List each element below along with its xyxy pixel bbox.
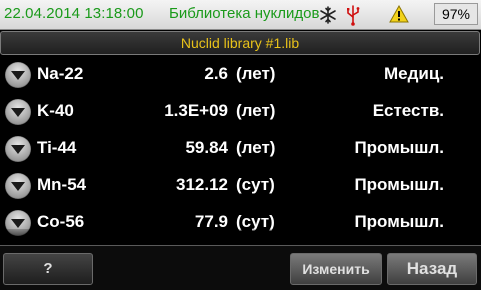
nuclide-list[interactable]: Na-22 2.6 (лет) Медиц. K-40 1.3E+09 (лет) Естес… <box>0 57 481 245</box>
chevron-down-icon <box>11 182 25 191</box>
edit-button[interactable]: Изменить <box>290 253 382 285</box>
chevron-down-icon <box>11 71 25 80</box>
half-life-value: 2.6 <box>204 64 228 83</box>
half-life-unit: (лет) <box>236 101 276 120</box>
screen-title: Библиотека нуклидов <box>169 5 320 22</box>
expand-button[interactable] <box>5 62 31 88</box>
expand-button[interactable] <box>5 136 31 162</box>
chevron-down-icon <box>11 145 25 154</box>
nuclide-row[interactable]: Na-22 2.6 (лет) Медиц. <box>0 57 481 94</box>
half-life-unit: (лет) <box>236 138 276 157</box>
usb-icon <box>347 5 360 26</box>
half-life-value: 59.84 <box>185 138 228 157</box>
nuclide-name: Ti-44 <box>37 138 77 157</box>
help-button[interactable]: ? <box>3 253 93 285</box>
snowflake-icon <box>320 6 336 24</box>
nuclide-row[interactable]: K-40 1.3E+09 (лет) Естеств. <box>0 94 481 131</box>
nuclide-type: Промышл. <box>354 175 444 194</box>
expand-button[interactable] <box>5 173 31 199</box>
nuclide-type: Медиц. <box>383 64 444 83</box>
footer-bar: ? Изменить Назад <box>0 245 481 290</box>
half-life-value: 1.3E+09 <box>164 101 228 120</box>
nuclide-type: Промышл. <box>354 138 444 157</box>
battery-indicator: 97% <box>434 3 478 25</box>
nuclide-row[interactable]: Ti-44 59.84 (лет) Промышл. <box>0 131 481 168</box>
library-header[interactable]: Nuclid library #1.lib <box>0 31 480 55</box>
expand-button[interactable] <box>5 99 31 125</box>
warning-icon <box>389 5 409 23</box>
nuclide-name: Mn-54 <box>37 175 87 194</box>
back-button[interactable]: Назад <box>387 253 477 285</box>
half-life-unit: (сут) <box>236 175 275 194</box>
half-life-value: 312.12 <box>176 175 228 194</box>
nuclide-row[interactable]: Mn-54 312.12 (сут) Промышл. <box>0 168 481 205</box>
datetime: 22.04.2014 13:18:00 <box>4 5 144 22</box>
nuclide-name: Na-22 <box>37 64 84 83</box>
status-bar: 22.04.2014 13:18:00 Библиотека нуклидов … <box>0 0 481 30</box>
list-fade <box>0 229 481 245</box>
library-name: Nuclid library #1.lib <box>180 35 300 51</box>
nuclide-name: K-40 <box>37 101 74 120</box>
chevron-down-icon <box>11 108 25 117</box>
nuclide-type: Естеств. <box>372 101 444 120</box>
half-life-unit: (лет) <box>236 64 276 83</box>
chevron-down-icon <box>11 219 25 228</box>
